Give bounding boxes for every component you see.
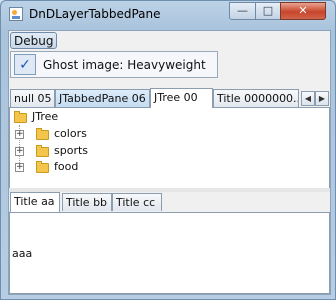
- title-bar[interactable]: DnDLayerTabbedPane — □ ✕: [1, 1, 335, 29]
- menu-debug[interactable]: Debug: [10, 32, 58, 49]
- folder-icon: [36, 161, 49, 173]
- content-text: aaa: [12, 247, 33, 260]
- bottom-tab-strip: Title aa Title bb Title cc: [9, 192, 330, 212]
- expand-icon[interactable]: +: [15, 130, 24, 139]
- tab-title-cc[interactable]: Title cc: [112, 193, 162, 211]
- tab-title-0000000[interactable]: Title 0000000...: [213, 89, 299, 107]
- menu-bar: Debug: [9, 31, 330, 50]
- maximize-button[interactable]: □: [255, 2, 281, 20]
- content-pane: Debug ✓ Ghost image: Heavyweight null 05…: [8, 30, 331, 295]
- window-title: DnDLayerTabbedPane: [29, 7, 161, 21]
- tree-node-label: sports: [54, 144, 89, 157]
- close-button[interactable]: ✕: [280, 2, 326, 20]
- ghost-image-label: Ghost image: Heavyweight: [43, 58, 206, 72]
- tab-scroll-left-icon[interactable]: ◀: [301, 91, 315, 106]
- tab-title-bb[interactable]: Title bb: [62, 193, 112, 211]
- folder-icon: [14, 111, 27, 123]
- tab-scroll-right-icon[interactable]: ▶: [315, 91, 329, 106]
- bottom-tab-content: aaa: [9, 212, 330, 294]
- app-window: DnDLayerTabbedPane — □ ✕ Debug ✓ Ghost i…: [0, 0, 336, 300]
- check-icon: ✓: [14, 54, 36, 75]
- expand-icon[interactable]: +: [15, 147, 24, 156]
- tab-title-aa[interactable]: Title aa: [10, 192, 60, 212]
- app-icon: [9, 7, 23, 21]
- tree-node-label: JTree: [32, 110, 59, 123]
- minimize-button[interactable]: —: [229, 2, 256, 20]
- top-tab-strip: null 05 JTabbedPane 06 JTree 00 Title 00…: [9, 88, 330, 108]
- tree-node-label: food: [54, 160, 79, 173]
- tab-jtabbedpane-06[interactable]: JTabbedPane 06: [55, 89, 150, 107]
- folder-icon: [36, 145, 49, 157]
- folder-icon: [36, 128, 49, 140]
- tree-node-label: colors: [54, 127, 87, 140]
- tab-null-05[interactable]: null 05: [10, 89, 55, 107]
- ghost-image-menu-item[interactable]: ✓ Ghost image: Heavyweight: [10, 51, 218, 78]
- tab-jtree-00[interactable]: JTree 00: [150, 88, 213, 108]
- expand-icon[interactable]: +: [15, 163, 24, 172]
- tree-panel: JTree + colors + sports + food: [9, 107, 330, 189]
